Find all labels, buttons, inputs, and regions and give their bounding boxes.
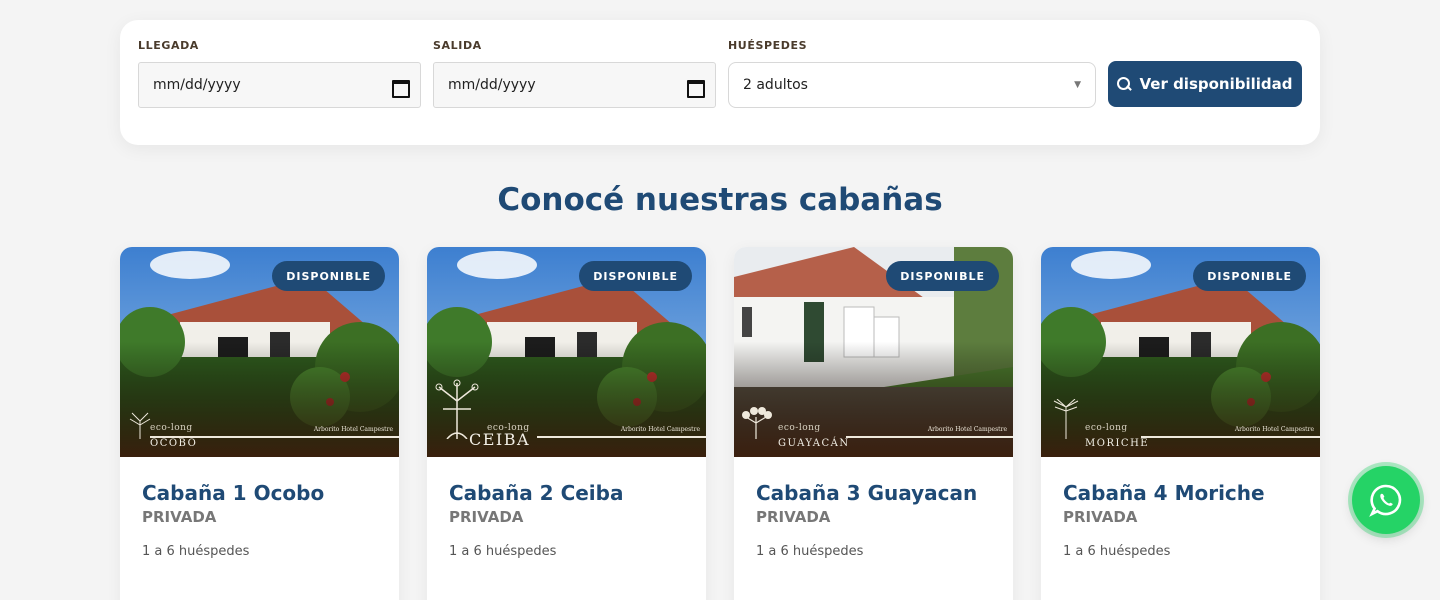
departure-label: SALIDA	[433, 39, 482, 52]
card-title[interactable]: Cabaña 2 Ceiba	[449, 479, 684, 507]
card-guests: 1 a 6 huéspedes	[756, 544, 864, 559]
booking-bar: LLEGADA mm/dd/yyyy SALIDA mm/dd/yyyy HUÉ…	[120, 20, 1320, 145]
card-body: Cabaña 4 Moriche PRIVADA 1 a 6 huéspedes	[1041, 457, 1320, 559]
brand-hotel-text: Arborito Hotel Campestre	[927, 426, 1007, 433]
calendar-icon[interactable]	[687, 78, 705, 98]
card-body: Cabaña 2 Ceiba PRIVADA 1 a 6 huéspedes	[427, 457, 706, 559]
check-availability-label: Ver disponibilidad	[1139, 75, 1293, 93]
search-icon	[1117, 77, 1131, 91]
availability-badge: DISPONIBLE	[579, 261, 692, 291]
guests-select[interactable]: 2 adultos ▼	[728, 62, 1096, 108]
brand-eco-text: eco-long	[778, 423, 821, 433]
card-title[interactable]: Cabaña 1 Ocobo	[142, 479, 377, 507]
card-type: PRIVADA	[756, 508, 831, 526]
brand-divider	[1141, 436, 1320, 438]
card-type: PRIVADA	[449, 508, 524, 526]
cabin-card[interactable]: DISPONIBLE eco-long MORICHE Arborito Hot…	[1041, 247, 1320, 600]
availability-badge: DISPONIBLE	[886, 261, 999, 291]
arrival-date-input[interactable]: mm/dd/yyyy	[138, 62, 421, 108]
section-title: Conocé nuestras cabañas	[497, 182, 943, 218]
cabin-photo[interactable]: DISPONIBLE eco-long MORICHE Arborito Hot…	[1041, 247, 1320, 457]
card-type: PRIVADA	[1063, 508, 1138, 526]
card-guests: 1 a 6 huéspedes	[449, 544, 557, 559]
tree-logo-icon	[129, 412, 151, 439]
availability-badge: DISPONIBLE	[272, 261, 385, 291]
tree-logo-icon	[1053, 399, 1079, 439]
guests-label: HUÉSPEDES	[728, 39, 808, 52]
brand-cabin-name: CEIBA	[469, 430, 531, 449]
brand-eco-text: eco-long	[150, 423, 193, 433]
availability-badge: DISPONIBLE	[1193, 261, 1306, 291]
card-title[interactable]: Cabaña 4 Moriche	[1063, 479, 1298, 507]
guests-select-value: 2 adultos	[743, 77, 808, 93]
brand-hotel-text: Arborito Hotel Campestre	[313, 426, 393, 433]
cabin-card[interactable]: DISPONIBLE eco-long OCOBO Arborito Hotel…	[120, 247, 399, 600]
guests-field: HUÉSPEDES 2 adultos ▼	[728, 38, 1096, 108]
arrival-date-value: mm/dd/yyyy	[153, 77, 241, 93]
cabin-photo[interactable]: DISPONIBLE eco-long CEIBA Arborito Hotel…	[427, 247, 706, 457]
card-guests: 1 a 6 huéspedes	[142, 544, 250, 559]
whatsapp-button[interactable]	[1352, 466, 1420, 534]
arrival-field: LLEGADA mm/dd/yyyy	[138, 38, 421, 108]
brand-eco-text: eco-long	[1085, 423, 1128, 433]
card-body: Cabaña 1 Ocobo PRIVADA 1 a 6 huéspedes	[120, 457, 399, 559]
tree-logo-icon	[742, 407, 772, 439]
cabin-card[interactable]: DISPONIBLE eco-long CEIBA Arborito Hotel…	[427, 247, 706, 600]
departure-date-input[interactable]: mm/dd/yyyy	[433, 62, 716, 108]
card-body: Cabaña 3 Guayacan PRIVADA 1 a 6 huéspede…	[734, 457, 1013, 559]
cabin-card[interactable]: DISPONIBLE eco-long GUAYACÁN Arborito Ho…	[734, 247, 1013, 600]
cabin-photo[interactable]: DISPONIBLE eco-long OCOBO Arborito Hotel…	[120, 247, 399, 457]
brand-divider	[537, 436, 706, 438]
brand-cabin-name: OCOBO	[150, 438, 198, 449]
brand-cabin-name: GUAYACÁN	[778, 438, 850, 449]
arrival-label: LLEGADA	[138, 39, 199, 52]
card-guests: 1 a 6 huéspedes	[1063, 544, 1171, 559]
brand-hotel-text: Arborito Hotel Campestre	[620, 426, 700, 433]
caret-down-icon: ▼	[1074, 80, 1081, 90]
calendar-icon[interactable]	[392, 78, 410, 98]
departure-field: SALIDA mm/dd/yyyy	[433, 38, 716, 108]
departure-date-value: mm/dd/yyyy	[448, 77, 536, 93]
brand-divider	[846, 436, 1013, 438]
brand-divider	[150, 436, 399, 438]
card-type: PRIVADA	[142, 508, 217, 526]
check-availability-button[interactable]: Ver disponibilidad	[1108, 61, 1302, 107]
brand-cabin-name: MORICHE	[1085, 438, 1150, 449]
cabin-photo[interactable]: DISPONIBLE eco-long GUAYACÁN Arborito Ho…	[734, 247, 1013, 457]
brand-hotel-text: Arborito Hotel Campestre	[1234, 426, 1314, 433]
card-title[interactable]: Cabaña 3 Guayacan	[756, 479, 991, 507]
whatsapp-icon	[1369, 484, 1402, 517]
